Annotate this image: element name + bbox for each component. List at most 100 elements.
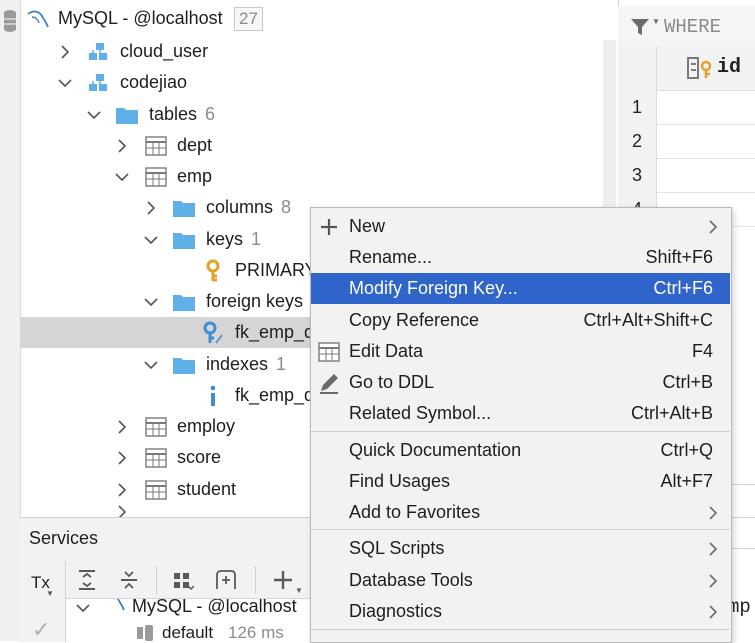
menu-shortcut: Alt+F7	[660, 471, 713, 491]
corner-cell	[618, 46, 657, 90]
database-icon[interactable]	[2, 8, 18, 34]
menu-label: Diagnostics	[349, 601, 443, 621]
dropdown-arrow-icon: ▼	[652, 17, 660, 26]
menu-label: Related Symbol...	[349, 403, 492, 423]
menu-item-go-to-ddl[interactable]: Go to DDL Ctrl+B	[311, 367, 730, 398]
submenu-arrow-icon	[709, 541, 718, 556]
menu-item-database-tools[interactable]: Database Tools	[311, 565, 730, 596]
menu-shortcut: F4	[691, 341, 713, 361]
chevron-down-icon[interactable]	[144, 358, 158, 372]
chevron-right-icon[interactable]	[115, 450, 129, 465]
menu-label: SQL Scripts	[349, 538, 445, 558]
tree-item-codejiao[interactable]: codejiao	[20, 67, 618, 98]
tree-item-mysql-localhost[interactable]: MySQL - @localhost 27	[20, 3, 618, 34]
chevron-down-icon[interactable]	[76, 599, 90, 618]
grid-cell[interactable]	[656, 158, 755, 193]
dropdown-arrow-icon: ▼	[46, 589, 54, 598]
chevron-down-icon[interactable]	[144, 233, 158, 247]
foreign-key-icon	[201, 321, 225, 345]
menu-shortcut: Ctrl+Q	[660, 440, 713, 460]
tree-item-label: score	[177, 447, 222, 467]
menu-item-sql-scripts[interactable]: SQL Scripts	[311, 533, 730, 564]
menu-item-modify-foreign-key[interactable]: Modify Foreign Key... Ctrl+F6	[311, 273, 730, 304]
menu-item-edit-data[interactable]: Edit Data F4	[311, 336, 730, 367]
menu-label: Quick Documentation	[349, 440, 522, 460]
menu-item-rename[interactable]: Rename... Shift+F6	[311, 242, 730, 273]
menu-separator	[311, 529, 730, 530]
menu-item-copy-reference[interactable]: Copy Reference Ctrl+Alt+Shift+C	[311, 305, 730, 336]
menu-label: Copy Reference	[349, 310, 480, 330]
schema-icon	[86, 40, 110, 64]
menu-label: Add to Favorites	[349, 502, 481, 522]
mysql-dolphin-icon	[102, 599, 126, 618]
tree-item-label: student	[177, 479, 237, 499]
chevron-down-icon[interactable]	[58, 76, 72, 90]
mysql-dolphin-icon	[26, 7, 50, 31]
key-icon	[201, 259, 225, 283]
dropdown-arrow-icon: ▼	[295, 586, 303, 595]
chevron-right-icon[interactable]	[144, 200, 158, 215]
session-default-label[interactable]: default	[162, 623, 213, 642]
add-icon[interactable]	[269, 566, 297, 594]
menu-item-diagnostics[interactable]: Diagnostics	[311, 596, 730, 627]
menu-shortcut: Shift+F6	[645, 247, 713, 267]
chevron-right-icon[interactable]	[115, 482, 129, 497]
chevron-down-icon[interactable]	[87, 108, 101, 122]
folder-icon	[172, 290, 196, 314]
services-root-label[interactable]: MySQL - @localhost	[132, 599, 297, 617]
tree-item-emp[interactable]: emp	[20, 161, 618, 192]
tree-item-label: fk_emp_d	[235, 322, 315, 342]
chevron-right-icon[interactable]	[115, 138, 129, 153]
services-title: Services	[29, 528, 99, 548]
menu-shortcut: Ctrl+Alt+B	[630, 403, 713, 423]
chevron-down-icon[interactable]	[115, 170, 129, 184]
column-header-id[interactable]: id	[717, 56, 741, 79]
tree-item-tables[interactable]: tables 6	[20, 99, 618, 130]
menu-item-quick-documentation[interactable]: Quick Documentation Ctrl+Q	[311, 435, 730, 466]
toolbar-separator	[255, 566, 256, 594]
collapse-all-icon[interactable]	[115, 566, 143, 594]
menu-item-add-to-favorites[interactable]: Add to Favorites	[311, 497, 730, 528]
index-icon	[201, 384, 225, 408]
tree-item-label: indexes	[206, 354, 269, 374]
plus-icon	[317, 215, 341, 239]
tree-item-label: foreign keys	[206, 291, 304, 311]
tree-root-label: MySQL - @localhost	[58, 8, 223, 28]
menu-item-find-usages[interactable]: Find Usages Alt+F7	[311, 466, 730, 497]
toolbar-separator	[156, 566, 157, 594]
table-icon	[144, 415, 168, 439]
session-time: 126 ms	[228, 623, 284, 642]
submenu-arrow-icon	[709, 573, 718, 588]
chevron-right-icon[interactable]	[115, 419, 129, 434]
tree-item-cloud-user[interactable]: cloud_user	[20, 36, 618, 67]
chevron-down-icon[interactable]	[144, 295, 158, 309]
filter-icon	[631, 19, 649, 35]
group-by-icon[interactable]	[169, 566, 197, 594]
row-number[interactable]: 3	[618, 158, 657, 193]
tree-item-label: employ	[177, 416, 236, 436]
new-layout-icon[interactable]	[212, 566, 240, 594]
where-filter-bar[interactable]: ▼ WHERE	[618, 6, 755, 47]
menu-item-new[interactable]: New	[311, 211, 730, 242]
menu-item-related-symbol[interactable]: Related Symbol... Ctrl+Alt+B	[311, 398, 730, 429]
expand-all-icon[interactable]	[73, 566, 101, 594]
menu-label: Modify Foreign Key...	[349, 278, 518, 298]
menu-shortcut: Ctrl+Alt+Shift+C	[583, 310, 713, 330]
tree-item-dept[interactable]: dept	[20, 130, 618, 161]
menu-label: Rename...	[349, 247, 433, 267]
row-number[interactable]: 1	[618, 90, 657, 125]
folder-icon	[115, 103, 139, 127]
grid-cell[interactable]	[656, 90, 755, 125]
submenu-arrow-icon	[709, 604, 718, 619]
folder-icon	[172, 353, 196, 377]
commit-check-icon[interactable]: ✓	[32, 617, 50, 643]
tree-item-label: tables	[149, 104, 198, 124]
tree-item-label: dept	[177, 135, 213, 155]
session-icon	[136, 624, 154, 642]
row-number[interactable]: 2	[618, 124, 657, 159]
item-count: 6	[205, 104, 216, 124]
chevron-right-icon[interactable]	[58, 44, 72, 59]
grid-cell[interactable]	[656, 124, 755, 159]
tree-item-label: fk_emp_d	[235, 385, 315, 405]
menu-label: New	[349, 216, 386, 236]
